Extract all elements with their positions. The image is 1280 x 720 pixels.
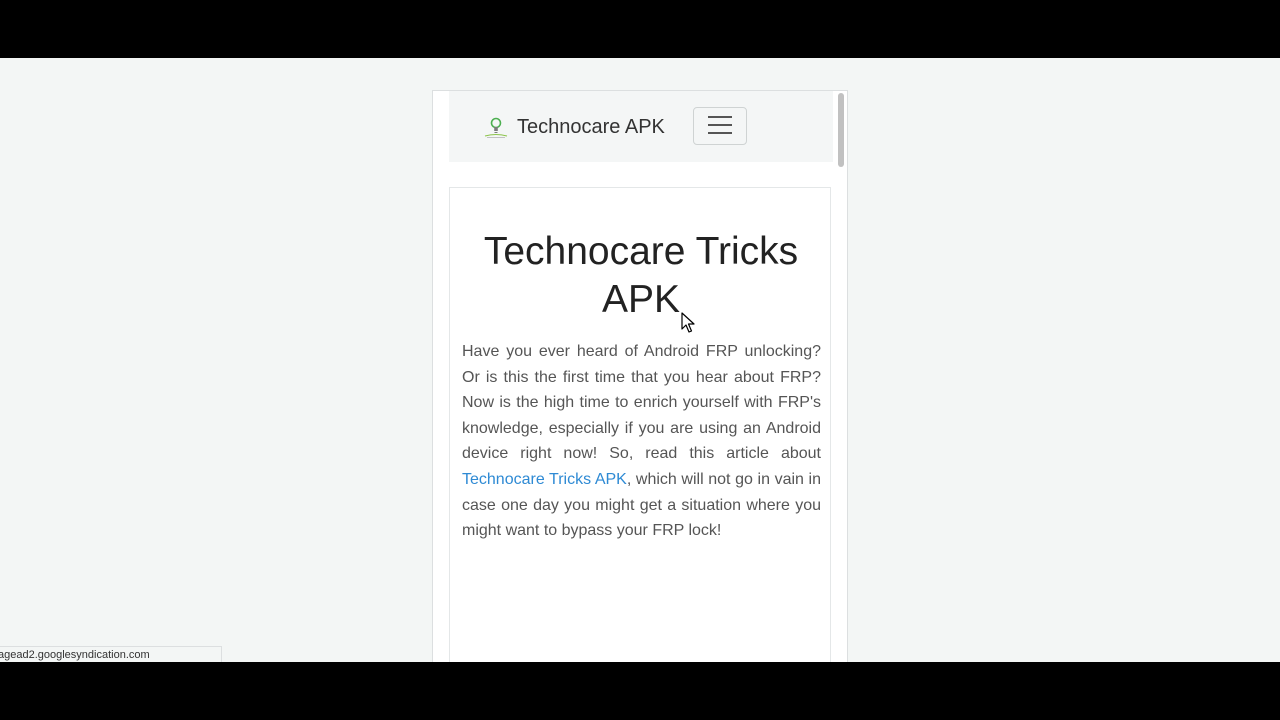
article-card: Technocare Tricks APK Have you ever hear… xyxy=(449,187,831,662)
letterbox-bottom xyxy=(0,662,1280,720)
mouse-cursor-icon xyxy=(681,312,695,334)
navbar: Technocare APK xyxy=(449,91,833,162)
letterbox-top xyxy=(0,0,1280,58)
mobile-page-frame: Technocare APK Technocare Tricks APK Hav… xyxy=(432,90,848,662)
menu-toggle-button[interactable] xyxy=(693,107,747,145)
article-inline-link[interactable]: Technocare Tricks APK xyxy=(462,471,627,488)
status-url: agead2.googlesyndication.com xyxy=(0,649,150,661)
brand-name: Technocare APK xyxy=(517,115,665,138)
article-text-before-link: Have you ever heard of Android FRP unloc… xyxy=(462,343,821,463)
brand-link[interactable]: Technocare APK xyxy=(483,113,665,141)
article-body: Have you ever heard of Android FRP unloc… xyxy=(462,339,821,544)
page-scrollbar[interactable] xyxy=(835,91,847,662)
hamburger-menu-icon xyxy=(707,115,733,138)
lightbulb-logo-icon xyxy=(483,114,509,140)
scrollbar-thumb[interactable] xyxy=(838,93,844,167)
browser-viewport: Technocare APK Technocare Tricks APK Hav… xyxy=(0,58,1280,662)
browser-status-bar: agead2.googlesyndication.com xyxy=(0,646,222,662)
article-title: Technocare Tricks APK xyxy=(483,230,799,321)
